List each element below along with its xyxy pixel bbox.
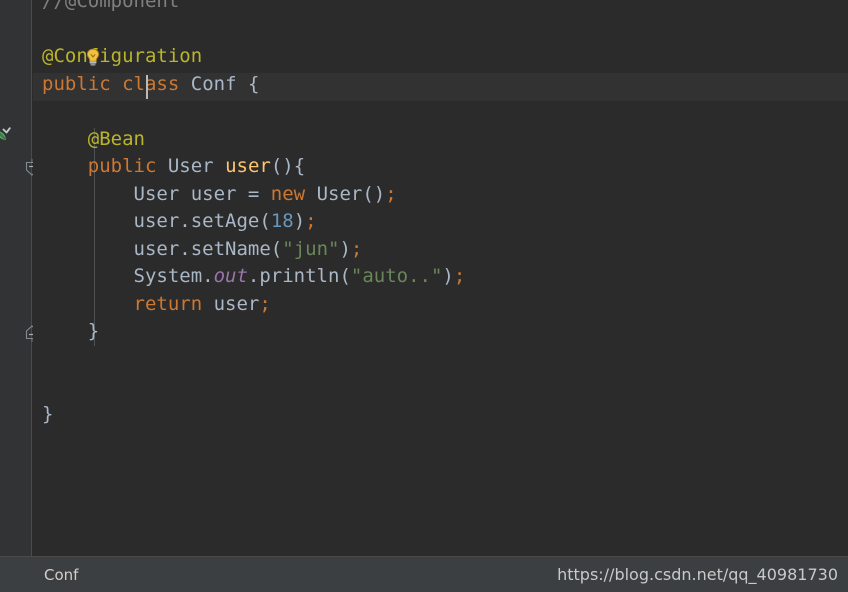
status-bar: Conf https://blog.csdn.net/qq_40981730 bbox=[0, 556, 848, 592]
code-token: ; bbox=[350, 237, 363, 260]
code-token: return bbox=[133, 292, 203, 315]
code-token: 18 bbox=[270, 210, 294, 232]
code-line[interactable]: //@Component bbox=[33, 0, 465, 16]
code-token: User user bbox=[133, 182, 248, 205]
code-token: public bbox=[87, 155, 157, 177]
code-line[interactable]: @Bean bbox=[33, 126, 465, 154]
lightbulb-icon[interactable] bbox=[84, 48, 102, 67]
code-line[interactable]: user.setAge(18); bbox=[33, 208, 465, 236]
code-token: ) bbox=[442, 265, 454, 287]
code-line[interactable] bbox=[33, 16, 465, 44]
code-editor-window: //@Component @Configuration public class … bbox=[0, 0, 848, 592]
code-token: ; bbox=[305, 210, 317, 232]
breadcrumb[interactable]: Conf bbox=[44, 566, 78, 584]
code-token: = bbox=[247, 182, 271, 205]
code-token: { bbox=[247, 72, 260, 95]
code-token: Conf bbox=[190, 72, 237, 95]
code-line[interactable]: } bbox=[33, 401, 465, 429]
code-token: } bbox=[42, 402, 54, 425]
editor-gutter[interactable] bbox=[0, 0, 39, 556]
spring-bean-icon[interactable] bbox=[0, 127, 14, 145]
code-text-area[interactable]: //@Component @Configuration public class … bbox=[33, 0, 848, 556]
code-line[interactable]: public class Conf { bbox=[33, 71, 465, 99]
code-token: } bbox=[87, 320, 100, 342]
code-token: ; bbox=[453, 265, 466, 287]
code-line[interactable]: user.setName("jun"); bbox=[33, 236, 465, 264]
code-token: ) bbox=[339, 237, 351, 260]
code-token: User bbox=[167, 155, 214, 177]
code-token: user.setName bbox=[133, 237, 271, 260]
code-token: public bbox=[42, 72, 111, 95]
code-token: ( bbox=[339, 265, 351, 287]
code-token: .println bbox=[247, 265, 340, 287]
code-token: user.setAge bbox=[133, 210, 260, 232]
code-token: ( bbox=[270, 237, 283, 260]
code-line[interactable] bbox=[33, 346, 465, 374]
code-line[interactable]: return user; bbox=[33, 291, 465, 319]
code-token: user bbox=[225, 155, 271, 177]
code-token: "jun" bbox=[282, 237, 340, 260]
code-line[interactable]: User user = new User(); bbox=[33, 181, 465, 209]
code-line[interactable] bbox=[33, 98, 465, 126]
code-line[interactable] bbox=[33, 373, 465, 401]
code-token: ; bbox=[385, 182, 397, 205]
code-token: User bbox=[316, 182, 363, 205]
code-token: ( bbox=[259, 210, 271, 232]
text-caret bbox=[146, 75, 148, 99]
code-token: class bbox=[122, 72, 180, 95]
code-line[interactable]: System.out.println("auto.."); bbox=[33, 263, 466, 291]
code-token: System. bbox=[133, 265, 214, 287]
code-token: ) bbox=[293, 210, 306, 232]
code-line[interactable]: } bbox=[33, 318, 465, 346]
watermark-url: https://blog.csdn.net/qq_40981730 bbox=[557, 565, 838, 584]
code-token: @Configuration bbox=[42, 45, 203, 67]
code-token: user bbox=[213, 292, 260, 315]
code-token: "auto.." bbox=[350, 265, 443, 287]
code-token: () bbox=[362, 182, 386, 205]
code-token: @Bean bbox=[87, 127, 145, 150]
code-token: //@Component bbox=[42, 0, 180, 12]
code-line[interactable]: public User user(){ bbox=[33, 153, 465, 181]
code-token: ; bbox=[259, 292, 271, 315]
code-token: (){ bbox=[270, 155, 306, 177]
code-token: new bbox=[270, 182, 306, 205]
code-token: out bbox=[213, 265, 248, 287]
